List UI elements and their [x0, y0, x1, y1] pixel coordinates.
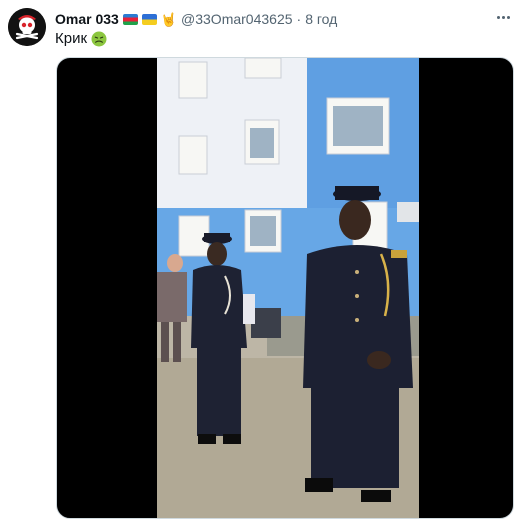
tweet-text: Крик	[55, 30, 107, 47]
skull-crossbones-icon	[8, 8, 46, 46]
more-icon-dot	[496, 15, 500, 19]
separator-dot: ·	[296, 11, 302, 27]
video-thumbnail	[157, 58, 419, 518]
more-icon-dot	[501, 15, 505, 19]
tweet[interactable]: Omar 033 🤘 @33Omar043625 · 8 год Крик	[0, 0, 526, 523]
nauseated-face-icon	[91, 31, 107, 46]
tweet-header: Omar 033 🤘 @33Omar043625 · 8 год	[55, 9, 486, 29]
sign-of-horns-icon: 🤘	[160, 11, 178, 27]
display-name[interactable]: Omar 033	[55, 11, 119, 27]
post-time[interactable]: 8 год	[305, 11, 337, 27]
azerbaijan-flag-icon	[122, 13, 138, 25]
video-frame[interactable]	[157, 58, 419, 518]
ukraine-flag-icon	[141, 13, 157, 25]
more-options-button[interactable]	[492, 8, 514, 26]
tweet-text-content: Крик	[55, 30, 88, 47]
avatar[interactable]	[8, 8, 46, 46]
video-player[interactable]	[56, 57, 514, 519]
user-handle[interactable]: @33Omar043625	[181, 11, 293, 27]
more-icon-dot	[506, 15, 510, 19]
